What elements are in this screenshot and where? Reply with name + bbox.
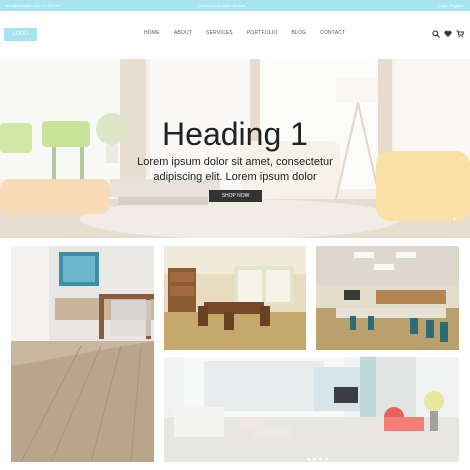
gallery-dot[interactable]: [325, 458, 328, 461]
living-room-photo[interactable]: [164, 357, 459, 462]
kitchen-dining-photo[interactable]: [11, 246, 154, 462]
hero-subtitle: Lorem ipsum dolor sit amet, consectetur …: [137, 156, 333, 183]
topbar-contact: info@example.com +1 234 567: [6, 3, 62, 8]
header-icons: [431, 29, 464, 38]
cart-icon[interactable]: [455, 29, 464, 38]
dining-room-photo[interactable]: [164, 246, 306, 350]
top-bar: info@example.com +1 234 567 Lorem ipsum …: [0, 0, 470, 11]
main-nav: HOME ABOUT SERVICES PORTFOLIO BLOG CONTA…: [144, 30, 359, 36]
hero-banner: Heading 1 Lorem ipsum dolor sit amet, co…: [0, 59, 470, 238]
nav-blog[interactable]: BLOG: [291, 30, 306, 36]
nav-home[interactable]: HOME: [144, 30, 160, 36]
nav-contact[interactable]: CONTACT: [320, 30, 345, 36]
site-header: LOGO HOME ABOUT SERVICES PORTFOLIO BLOG …: [0, 11, 470, 59]
logo[interactable]: LOGO: [4, 28, 37, 41]
topbar-message: Lorem ipsum dolor sit amet: [198, 3, 247, 8]
nav-about[interactable]: ABOUT: [174, 30, 192, 36]
gallery-dots: [307, 458, 328, 461]
gallery-dot[interactable]: [313, 458, 316, 461]
heart-icon[interactable]: [443, 29, 452, 38]
nav-portfolio[interactable]: PORTFOLIO: [247, 30, 278, 36]
nav-services[interactable]: SERVICES: [206, 30, 233, 36]
conference-room-photo[interactable]: [316, 246, 459, 350]
next-slide-arrow[interactable]: ›: [453, 213, 456, 224]
shop-now-button[interactable]: SHOP NOW: [209, 190, 262, 202]
topbar-account-links[interactable]: Login Register: [438, 0, 464, 11]
gallery-dot[interactable]: [307, 458, 310, 461]
hero-heading: Heading 1: [162, 116, 308, 152]
gallery-dot[interactable]: [319, 458, 322, 461]
search-icon[interactable]: [431, 29, 440, 38]
